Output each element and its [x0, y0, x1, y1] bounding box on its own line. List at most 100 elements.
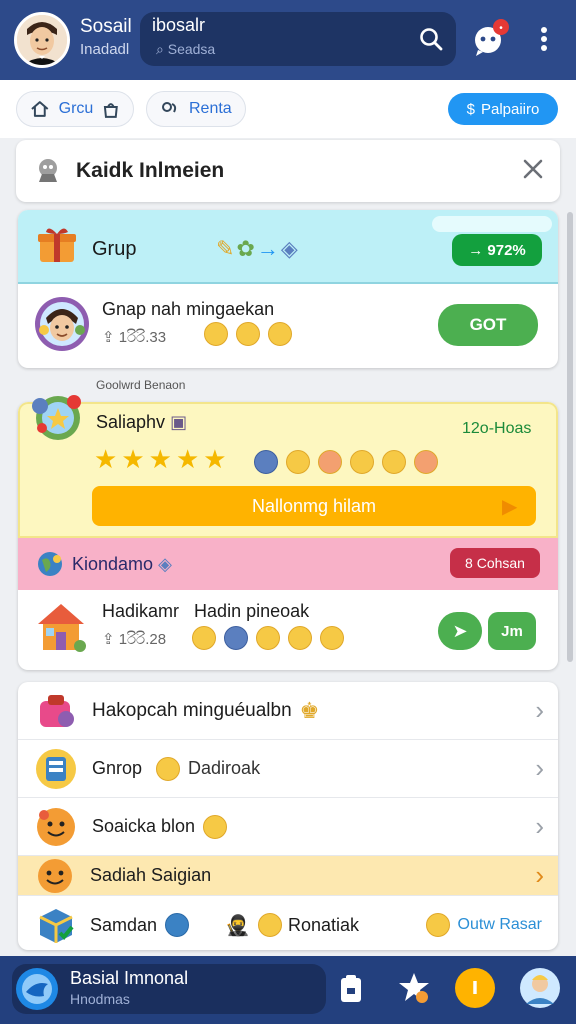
- star-icon[interactable]: ★: [176, 444, 199, 475]
- clipboard-icon[interactable]: [338, 974, 364, 1009]
- primary-action-button[interactable]: $ Palpaiiro: [448, 93, 558, 125]
- progress-action-bar[interactable]: Nallonmg hilam: [92, 486, 536, 526]
- kiondamo-title-text: Kiondamo: [72, 554, 154, 574]
- more-menu-icon[interactable]: [532, 22, 556, 56]
- reaction-emojis: [254, 450, 438, 474]
- list-item-highlighted[interactable]: Sadiah Saigian ›: [18, 856, 558, 896]
- crying-emoji-icon: [224, 626, 248, 650]
- chevron-right-icon: ›: [535, 695, 544, 725]
- got-button[interactable]: GOT: [438, 304, 538, 346]
- list-item-sublabel: Ronatiak: [287, 914, 359, 935]
- second-row-title: Hadikamr Hadin pineoak: [102, 601, 309, 622]
- group-row-title: Gnap nah mingaekan: [102, 299, 275, 319]
- bag-icon: [104, 103, 119, 118]
- second-row-emojis: [192, 626, 344, 650]
- chevron-right-icon: ›: [535, 811, 544, 841]
- shocked-emoji-icon: [286, 450, 310, 474]
- plant-icon: ✿: [236, 236, 257, 261]
- list-item-label: Soaicka blon: [92, 816, 196, 836]
- scrollbar[interactable]: [567, 212, 573, 662]
- smile-emoji-icon: [156, 756, 181, 781]
- ninja-icon: 🥷: [225, 914, 250, 937]
- chip-group[interactable]: Grcu: [16, 91, 134, 127]
- search-placeholder: ⌕ Seadsa: [156, 41, 215, 58]
- search-title: ibosalr: [152, 15, 206, 35]
- box-icon: ▣: [170, 412, 188, 432]
- group-row-emojis: [204, 322, 292, 346]
- gift-box-icon: [40, 694, 74, 727]
- smile-emoji-icon: [288, 626, 312, 650]
- progress-action-label: Nallonmg hilam: [251, 495, 377, 516]
- share-icon: ⇪: [102, 329, 119, 346]
- smile-emoji-icon: [268, 322, 292, 346]
- saliaphv-title: Saliaphv ▣: [96, 412, 187, 433]
- profile-avatar-icon[interactable]: [518, 966, 562, 1015]
- ghost-icon: [32, 154, 64, 191]
- people-icon: [162, 102, 177, 113]
- chevron-right-icon: ›: [535, 860, 544, 890]
- face-icon: [37, 807, 75, 846]
- blush-emoji-icon: [318, 450, 342, 474]
- pencil-icon: ✎: [216, 236, 237, 261]
- balloons-icon: [28, 392, 86, 449]
- avatar[interactable]: [14, 12, 70, 68]
- play-icon: ▶: [502, 496, 518, 518]
- chip-group-label: Grcu: [58, 100, 94, 117]
- chip-rent[interactable]: Renta: [146, 91, 246, 127]
- bird-icon: [14, 966, 60, 1017]
- home-icon: [31, 101, 49, 117]
- second-row-title-a: Hadikamr: [102, 601, 180, 621]
- cube-icon: [39, 909, 74, 943]
- character-emoji-icon: [254, 450, 278, 474]
- outw-rasar-label: Outw Rasar: [457, 916, 542, 933]
- second-row-meta: ⇪ 1රිරි.28: [102, 630, 166, 648]
- send-button[interactable]: ➤: [438, 612, 482, 650]
- group-card-badge[interactable]: → 972%: [452, 234, 542, 266]
- dollar-icon: $: [466, 100, 475, 118]
- kiondamo-badge[interactable]: 8 Cohsan: [450, 548, 540, 578]
- star-icon[interactable]: ★: [94, 444, 117, 475]
- list-item-sublabel: Dadiroak: [188, 758, 261, 778]
- smile-emoji-icon: [350, 450, 374, 474]
- coin-icon[interactable]: Ⅰ: [455, 968, 495, 1008]
- list-item[interactable]: Soaicka blon ›: [18, 798, 558, 856]
- chevron-right-icon: ›: [535, 753, 544, 783]
- second-row-meta-value: 1රිරි.28: [118, 631, 167, 648]
- tag-icon: ◈: [280, 236, 300, 261]
- share-icon: ⇪: [102, 631, 119, 648]
- shocked-emoji-icon: [192, 626, 216, 650]
- bell-emoji-icon: [257, 913, 282, 937]
- smile-emoji-icon: [320, 626, 344, 650]
- list-item-label: Hakopcah minguéualbn: [92, 699, 292, 721]
- jm-button[interactable]: Jm: [488, 612, 536, 650]
- list-item-label: Samdan: [90, 914, 158, 935]
- list-item[interactable]: Gnrop Dadiroak ›: [18, 740, 558, 798]
- star-icon[interactable]: ★: [149, 444, 172, 475]
- group-row-meta: ⇪ 1රිරි.33: [102, 328, 166, 346]
- smile-emoji-icon: [236, 322, 260, 346]
- close-icon[interactable]: [520, 156, 546, 187]
- happy-face-icon: [38, 858, 72, 893]
- globe-small-icon: [165, 913, 190, 937]
- now-playing-subtitle: Hnodmas: [70, 991, 130, 1007]
- phone-icon: [36, 748, 76, 789]
- list-item-label: Gnrop: [92, 758, 143, 778]
- star-rating[interactable]: ★ ★ ★ ★ ★: [94, 444, 227, 475]
- group-card-decorations: ✎✿→◈: [216, 236, 300, 262]
- list-item-label: Sadiah Saigian: [90, 865, 212, 885]
- star-icon[interactable]: ★: [121, 444, 144, 475]
- star-badge-icon[interactable]: [396, 970, 432, 1011]
- grin-emoji-icon: [414, 450, 438, 474]
- list-item[interactable]: Samdan 🥷 Ronatiak Outw Rasar: [18, 896, 558, 954]
- app-subtitle: Inadadl: [80, 41, 130, 58]
- star-icon[interactable]: ★: [203, 444, 226, 475]
- group-card-progress-track: [432, 216, 552, 232]
- outw-rasar-link[interactable]: Outw Rasar: [425, 913, 542, 937]
- search-icon[interactable]: [416, 24, 446, 54]
- list-item[interactable]: Hakopcah minguéualbn ♚ ›: [18, 682, 558, 740]
- search-small-icon: ⌕: [156, 41, 168, 57]
- app-title: Sosail: [80, 16, 132, 37]
- tag-icon: ◈: [158, 554, 172, 574]
- arrow-right-icon: →: [256, 236, 281, 261]
- chatbot-icon[interactable]: •: [470, 16, 512, 58]
